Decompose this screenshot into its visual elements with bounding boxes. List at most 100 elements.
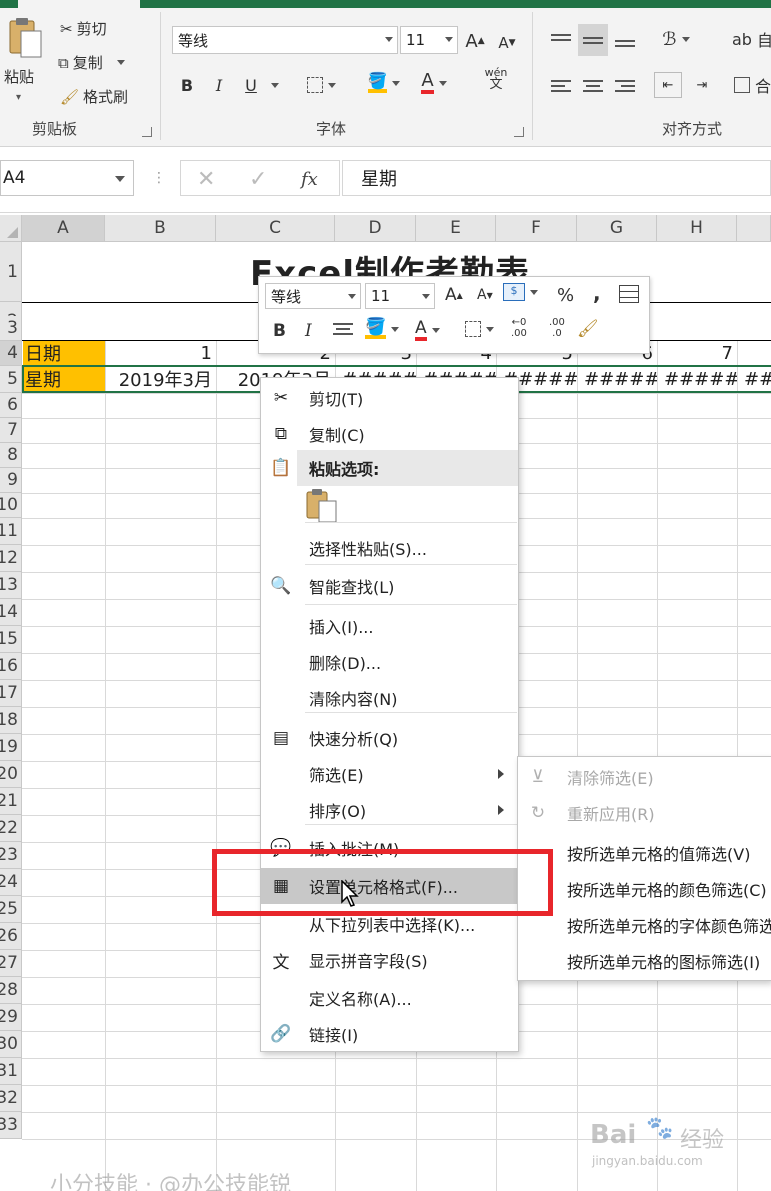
row-header-22[interactable]: 22 xyxy=(0,815,22,842)
row-header-11[interactable]: 11 xyxy=(0,518,22,545)
column-header-g[interactable]: G xyxy=(577,215,657,242)
italic-button[interactable]: I xyxy=(208,72,230,98)
context-menu-item[interactable]: 文显示拼音字段(S) xyxy=(261,942,518,978)
row-header-13[interactable]: 13 xyxy=(0,572,22,599)
mini-format-painter-icon[interactable]: 🖌 xyxy=(577,319,599,339)
mini-increase-font-icon[interactable]: A ▲ xyxy=(445,285,463,305)
row-header-12[interactable]: 12 xyxy=(0,545,22,572)
context-menu-item[interactable]: ⧉ 复制(C) xyxy=(261,416,518,452)
align-top-icon[interactable] xyxy=(548,26,574,52)
decrease-font-icon[interactable]: A ▼ xyxy=(496,30,518,56)
context-menu-item[interactable]: 清除内容(N) xyxy=(261,680,518,716)
column-header-c[interactable]: C xyxy=(216,215,335,242)
underline-button[interactable]: U xyxy=(240,72,262,98)
mini-font-size-combo[interactable]: 11 xyxy=(365,283,435,309)
row-header-32[interactable]: 32 xyxy=(0,1085,22,1112)
context-menu-item[interactable]: ✂ 剪切(T) xyxy=(261,380,518,416)
row-header-15[interactable]: 15 xyxy=(0,626,22,653)
mini-fill-color-button[interactable]: 🪣 xyxy=(365,319,400,339)
increase-indent-icon[interactable]: ⇥ xyxy=(688,72,716,98)
align-bottom-icon[interactable] xyxy=(612,28,638,54)
row-header-25[interactable]: 25 xyxy=(0,896,22,923)
row-header-31[interactable]: 31 xyxy=(0,1058,22,1085)
row-header-23[interactable]: 23 xyxy=(0,842,22,869)
mini-comma-button[interactable]: , xyxy=(593,281,601,305)
column-header-partial[interactable] xyxy=(737,215,771,242)
row-header-17[interactable]: 17 xyxy=(0,680,22,707)
context-menu-item[interactable]: ▤ 快速分析(Q) xyxy=(261,720,518,756)
context-menu-item[interactable]: 🔗 链接(I) xyxy=(261,1016,518,1052)
paste-dropdown[interactable]: ▾ xyxy=(16,92,21,103)
row-header-3[interactable]: 3 xyxy=(0,316,22,341)
increase-font-icon[interactable]: A ▲ xyxy=(464,28,486,54)
clipboard-launcher-icon[interactable] xyxy=(142,127,152,137)
name-box[interactable]: A4 xyxy=(0,160,134,196)
cancel-icon[interactable]: ✕ xyxy=(197,167,215,192)
column-header-d[interactable]: D xyxy=(335,215,416,242)
orientation-icon[interactable]: ℬ xyxy=(654,26,698,52)
align-right-icon[interactable] xyxy=(612,74,638,100)
row-header-10[interactable]: 10 xyxy=(0,493,22,518)
row-header-24[interactable]: 24 xyxy=(0,869,22,896)
font-name-combo[interactable]: 等线 xyxy=(172,26,398,54)
date-cell[interactable]: 7 xyxy=(658,341,737,365)
phonetic-button[interactable]: wén 文 xyxy=(474,66,518,92)
mini-decrease-decimal-icon[interactable]: .00.0 xyxy=(549,317,565,339)
mini-percent-button[interactable]: % xyxy=(557,285,574,306)
paste-button[interactable] xyxy=(4,14,48,64)
filter-submenu-item[interactable]: 按所选单元格的颜色筛选(C) xyxy=(518,871,771,907)
cut-button[interactable]: ✂ 剪切 xyxy=(60,18,107,39)
align-left-icon[interactable] xyxy=(548,74,574,100)
filter-submenu-item[interactable]: 按所选单元格的图标筛选(I) xyxy=(518,943,771,979)
font-color-button[interactable]: A xyxy=(412,70,456,96)
format-painter-button[interactable]: 🖌 格式刷 xyxy=(60,86,128,107)
row-header-19[interactable]: 19 xyxy=(0,734,22,761)
context-menu-item[interactable]: 排序(O) xyxy=(261,792,518,828)
column-header-e[interactable]: E xyxy=(416,215,496,242)
copy-button[interactable]: ⧉ 复制 xyxy=(58,52,125,73)
font-size-combo[interactable]: 11 xyxy=(400,26,458,54)
paste-option-keep-format-icon[interactable] xyxy=(305,488,339,524)
row-header-1[interactable]: 1 xyxy=(0,242,22,302)
cell-a3[interactable]: 日期 xyxy=(23,341,105,365)
row-header-16[interactable]: 16 xyxy=(0,653,22,680)
enter-icon[interactable]: ✓ xyxy=(249,167,267,192)
insert-function-icon[interactable]: fx xyxy=(301,169,318,190)
bold-button[interactable]: B xyxy=(176,72,198,98)
wrap-text-button[interactable]: ab 自 xyxy=(732,26,771,52)
mini-accounting-format-icon[interactable]: $ xyxy=(503,283,538,301)
borders-button[interactable] xyxy=(300,72,342,98)
align-center-icon[interactable] xyxy=(580,74,606,100)
context-menu-item[interactable]: 选择性粘贴(S)... xyxy=(261,530,518,566)
font-launcher-icon[interactable] xyxy=(514,127,524,137)
mini-bold-button[interactable]: B xyxy=(273,321,286,341)
row-header-33[interactable]: 33 xyxy=(0,1112,22,1139)
select-all-corner[interactable] xyxy=(0,215,22,242)
decrease-indent-icon[interactable]: ⇤ xyxy=(654,72,682,98)
row-header-9[interactable]: 9 xyxy=(0,468,22,493)
row-header-6[interactable]: 6 xyxy=(0,393,22,418)
date-cell[interactable]: 1 xyxy=(106,341,216,365)
filter-submenu-item[interactable]: 按所选单元格的字体颜色筛选 xyxy=(518,907,771,943)
row-header-21[interactable]: 21 xyxy=(0,788,22,815)
filter-submenu-item[interactable]: 按所选单元格的值筛选(V) xyxy=(518,835,771,871)
mini-font-name-combo[interactable]: 等线 xyxy=(265,283,361,309)
mini-italic-button[interactable]: I xyxy=(305,321,312,341)
row-header-5[interactable]: 5 xyxy=(0,366,22,393)
underline-dropdown[interactable] xyxy=(264,72,280,98)
context-menu-item[interactable]: 插入(I)... xyxy=(261,608,518,644)
mini-font-color-button[interactable]: A xyxy=(415,319,440,341)
row-header-26[interactable]: 26 xyxy=(0,923,22,950)
formula-input[interactable]: 星期 xyxy=(342,160,771,196)
mini-format-table-icon[interactable] xyxy=(619,285,639,303)
row-header-4[interactable]: 4 xyxy=(0,341,22,366)
row-header-27[interactable]: 27 xyxy=(0,950,22,977)
align-middle-icon[interactable] xyxy=(578,24,608,56)
mini-borders-button[interactable] xyxy=(465,321,494,337)
context-menu-item[interactable]: 定义名称(A)... xyxy=(261,980,518,1016)
context-menu-item[interactable]: 筛选(E) xyxy=(261,756,518,792)
column-header-a[interactable]: A xyxy=(22,215,105,242)
row-header-30[interactable]: 30 xyxy=(0,1031,22,1058)
mini-decrease-font-icon[interactable]: A ▼ xyxy=(477,287,493,303)
formula-bar-grip[interactable]: ⋮ xyxy=(152,170,167,186)
